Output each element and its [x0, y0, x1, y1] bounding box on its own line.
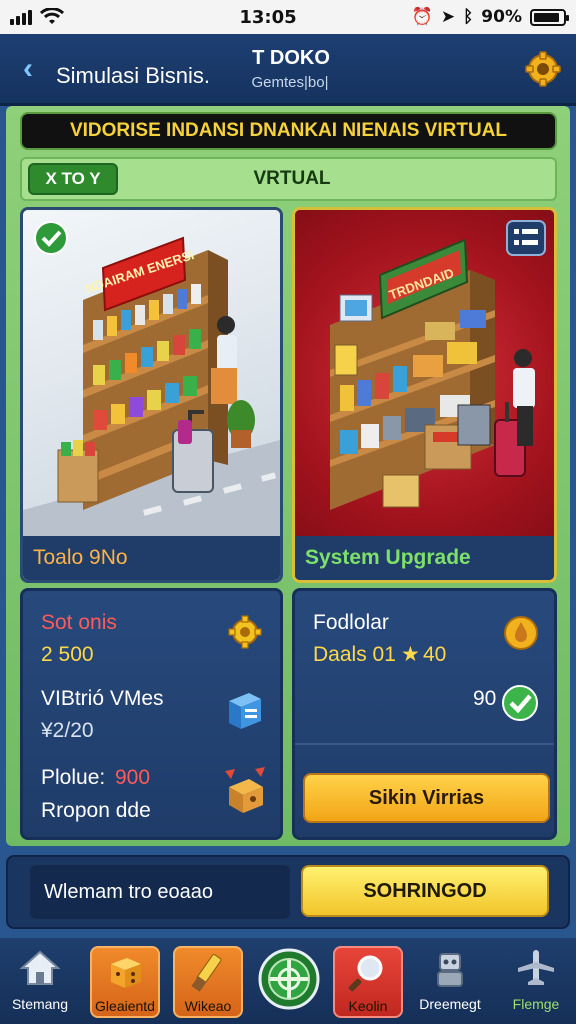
nav-dice[interactable]: Gleaientd: [90, 946, 160, 1018]
magnifier-icon: [348, 955, 383, 992]
nav-home[interactable]: Stemang: [4, 944, 76, 1020]
status-bar: 13:05 ⏰ ➤ ᛒ 90%: [0, 0, 576, 34]
alarm-icon: ⏰: [411, 7, 433, 27]
home-icon: [19, 950, 61, 985]
drop-coin-icon: [504, 616, 538, 650]
filter-chip[interactable]: X TO Y: [28, 163, 118, 195]
electronics-shelf-illustration: TRDNDAID: [330, 238, 535, 510]
star-icon: ★: [401, 643, 420, 666]
plane-icon: [518, 950, 554, 985]
status-right: ⏰ ➤ ᛒ 90%: [406, 7, 569, 27]
signal-icon: [10, 9, 32, 25]
stat1-value: 2 500: [41, 643, 94, 666]
battery-icon: [529, 8, 569, 26]
center-target-icon[interactable]: [258, 948, 320, 1010]
nav-plane[interactable]: Flemge: [500, 944, 572, 1020]
info-line: Daals 01: [313, 643, 396, 666]
stat3-label: Plolue:: [41, 766, 106, 789]
nav-search[interactable]: Keolin: [333, 946, 403, 1018]
list-menu-icon[interactable]: [506, 220, 546, 256]
hammer-icon: [191, 954, 222, 992]
selected-check-icon: [34, 221, 68, 255]
nav-robot-label: Dreemegt: [419, 996, 481, 1012]
dice-icon: [111, 958, 141, 988]
nav-search-label: Keolin: [348, 998, 388, 1014]
robot-icon: [437, 953, 463, 987]
stat1-label: Sot onis: [41, 611, 117, 634]
green-check-icon: [502, 685, 538, 721]
store-shelf-illustration: NDAIRAM ENERSI: [23, 236, 280, 536]
bluetooth-icon: ᛒ: [463, 7, 474, 27]
nav-robot[interactable]: Dreemegt: [414, 944, 486, 1020]
battery-text: 90%: [481, 7, 522, 27]
back-arrow-icon[interactable]: ‹: [12, 52, 44, 86]
shop-name: T DOKO: [252, 47, 330, 69]
progress-value: 90: [473, 687, 497, 710]
stat2-label: VIBtrió VMes: [41, 687, 164, 710]
nav-tools-label: Wikeao: [184, 998, 232, 1014]
nav-plane-label: Flemge: [512, 996, 560, 1012]
shop-subtitle: Gemtes|bo|: [251, 74, 329, 91]
location-icon: ➤: [440, 7, 456, 27]
stats-panel-right: Fodlolar Daals 01 ★ 40 90 Sikin Virrias: [292, 588, 557, 840]
star-value: 40: [423, 643, 447, 666]
store-card-right[interactable]: TRDNDAID System Upgrade: [292, 207, 557, 583]
filter-bar: X TO Y VRTUAL: [20, 157, 557, 201]
virtual-sale-button[interactable]: Sikin Virrias: [303, 773, 550, 823]
stat3-value: 900: [115, 766, 151, 789]
bottom-action-row: Wlemam tro eoaao SOHRINGOD: [6, 855, 570, 929]
info-title: Fodlolar: [313, 611, 389, 634]
store-card-left-label: Toalo 9No: [23, 536, 280, 580]
settings-gear-icon[interactable]: [525, 51, 561, 87]
store-card-right-label: System Upgrade: [295, 536, 554, 580]
stats-panel-left: Sot onis 2 500 VIBtrió VMes ¥2/20 Plolue…: [20, 588, 283, 840]
nav-home-label: Stemang: [11, 996, 69, 1012]
stat4-label: Rropon dde: [41, 799, 151, 822]
wifi-icon: [40, 8, 64, 24]
app-title: Simulasi Bisnis.: [56, 63, 211, 88]
nav-tools[interactable]: Wikeao: [173, 946, 243, 1018]
promo-banner: VIDORISE INDANSI DNANKAI NIENAIS VIRTUAL: [20, 112, 557, 150]
gear-coin-icon: [228, 615, 262, 649]
filter-label: VRTUAL: [253, 168, 331, 189]
app-header: ‹ Simulasi Bisnis. T DOKO Gemtes|bo|: [0, 34, 576, 106]
crate-icon: [225, 767, 265, 813]
nav-dice-label: Gleaientd: [95, 998, 155, 1014]
status-time: 13:05: [239, 6, 297, 28]
stat2-value: ¥2/20: [41, 719, 94, 742]
store-card-left[interactable]: NDAIRAM ENERSI Toalo 9No: [20, 207, 283, 583]
status-left: [10, 8, 130, 26]
blue-box-icon: [229, 693, 261, 729]
submit-button[interactable]: SOHRINGOD: [301, 865, 549, 917]
divider: [295, 743, 554, 745]
message-input[interactable]: Wlemam tro eoaao: [30, 865, 290, 919]
